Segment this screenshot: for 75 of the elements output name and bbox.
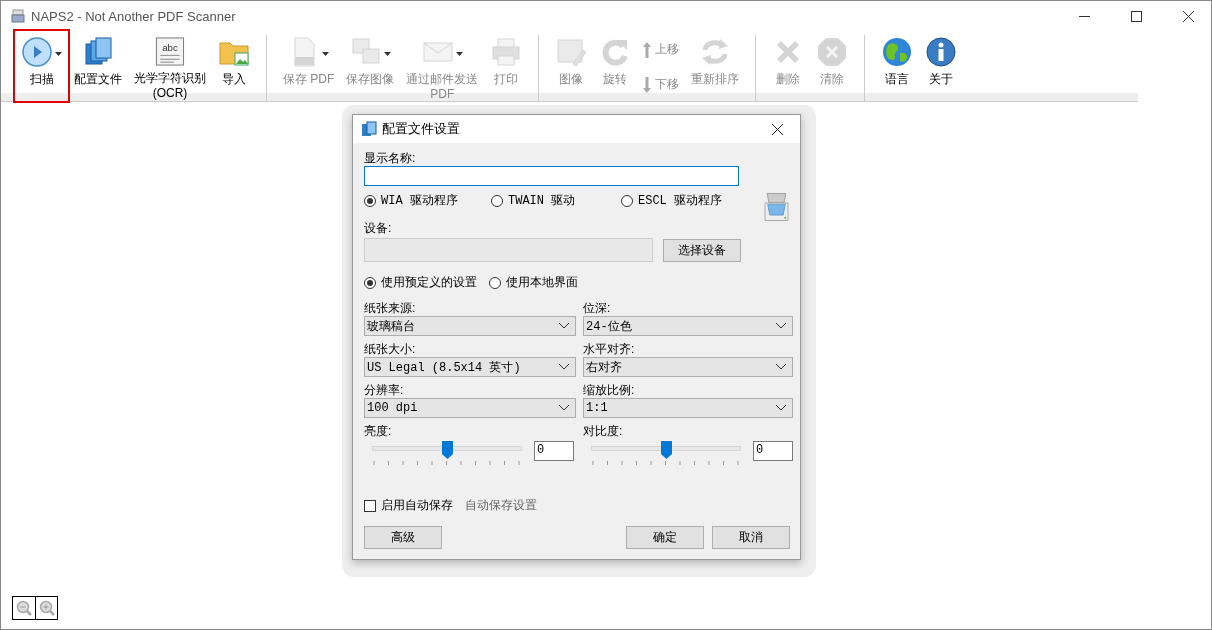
radio-button[interactable]: TWAIN 驱动: [491, 192, 576, 209]
field-label: 纸张来源:: [364, 301, 417, 316]
zoom-out-icon: [16, 600, 32, 616]
radio-indicator[interactable]: [621, 194, 633, 207]
field-label: 位深:: [583, 301, 612, 316]
scanner-icon: [11, 9, 25, 23]
chevron-down-icon: [776, 323, 786, 329]
dialog-title: 配置文件设置: [382, 120, 461, 138]
number-field[interactable]: 0: [753, 441, 793, 461]
toolbar-button[interactable]: 关于: [919, 31, 964, 101]
chevron-down-icon: [776, 364, 786, 370]
arrow-up-icon: [643, 41, 652, 58]
octagon-cross-icon: [816, 36, 849, 68]
dropdown[interactable]: 24-位色: [583, 316, 793, 336]
caret-icon: [383, 52, 391, 56]
play-icon: [21, 36, 53, 68]
toolbar-button[interactable]: 配置文件: [68, 31, 128, 101]
pages-icon: [361, 121, 377, 137]
select-device-button[interactable]: 选择设备: [663, 238, 741, 262]
field-label: 纸张大小:: [364, 342, 417, 357]
field-label: 分辨率:: [364, 383, 405, 398]
chevron-down-icon: [559, 405, 569, 411]
dialog-button[interactable]: 高级: [364, 526, 442, 549]
info-icon: [925, 36, 958, 68]
dropdown[interactable]: US Legal (8.5x14 英寸): [364, 357, 576, 377]
radio-indicator[interactable]: [489, 276, 501, 289]
checkbox[interactable]: 启用自动保存: [364, 497, 453, 514]
zoom-in-icon: [38, 600, 55, 616]
toolbar-button[interactable]: 语言: [875, 31, 920, 101]
dropdown[interactable]: 右对齐: [583, 357, 793, 377]
caret-icon: [322, 52, 330, 56]
radio-indicator[interactable]: [364, 194, 376, 207]
document-icon: abc: [154, 36, 186, 67]
radio-button[interactable]: 使用本地界面: [489, 274, 578, 291]
dropdown[interactable]: 1:1: [583, 398, 793, 418]
radio-indicator[interactable]: [491, 194, 503, 207]
radio-indicator[interactable]: [364, 276, 376, 289]
slider[interactable]: [372, 441, 522, 467]
dialog-button[interactable]: 确定: [626, 526, 704, 549]
radio-button[interactable]: 使用预定义的设置: [364, 274, 477, 291]
window-title: NAPS2 - Not Another PDF Scanner: [31, 8, 237, 24]
toolbar-button[interactable]: abc 光学字符识别 (OCR): [128, 31, 212, 101]
radio-button[interactable]: WIA 驱动程序: [364, 192, 458, 209]
chevron-down-icon: [559, 323, 569, 329]
maximize-icon[interactable]: [1130, 10, 1142, 22]
close-icon[interactable]: [1182, 10, 1194, 22]
chevron-down-icon: [559, 364, 569, 370]
caret-icon: [455, 52, 463, 56]
arrow-down-icon: [643, 76, 652, 93]
field-label: 显示名称:: [364, 151, 417, 166]
field-label: 设备:: [364, 221, 393, 236]
picture-icon: [555, 36, 588, 68]
device-field[interactable]: [364, 238, 653, 262]
printer-icon: [490, 36, 523, 68]
pages-icon: [82, 36, 114, 68]
input-field[interactable]: [364, 166, 739, 186]
dropdown[interactable]: 玻璃稿台: [364, 316, 576, 336]
number-field[interactable]: 0: [534, 441, 574, 461]
globe-icon: [881, 36, 914, 68]
field-label: 对比度:: [583, 424, 624, 439]
caret-icon: [55, 52, 62, 56]
slider-thumb[interactable]: [442, 441, 453, 459]
slider-thumb[interactable]: [661, 441, 672, 459]
close-icon[interactable]: [771, 123, 783, 135]
dialog-button[interactable]: 取消: [712, 526, 790, 549]
chevron-down-icon: [776, 405, 786, 411]
slider[interactable]: [591, 441, 741, 467]
field-label: 缩放比例:: [583, 383, 636, 398]
radio-button[interactable]: ESCL 驱动程序: [621, 192, 722, 209]
zoom-in-button[interactable]: [35, 597, 57, 619]
toolbar-button[interactable]: 导入: [212, 31, 256, 101]
field-label: 水平对齐:: [583, 342, 636, 357]
dropdown[interactable]: 100 dpi: [364, 398, 576, 418]
field-label: 亮度:: [364, 424, 393, 439]
toolbar-button[interactable]: 扫描: [15, 31, 68, 101]
